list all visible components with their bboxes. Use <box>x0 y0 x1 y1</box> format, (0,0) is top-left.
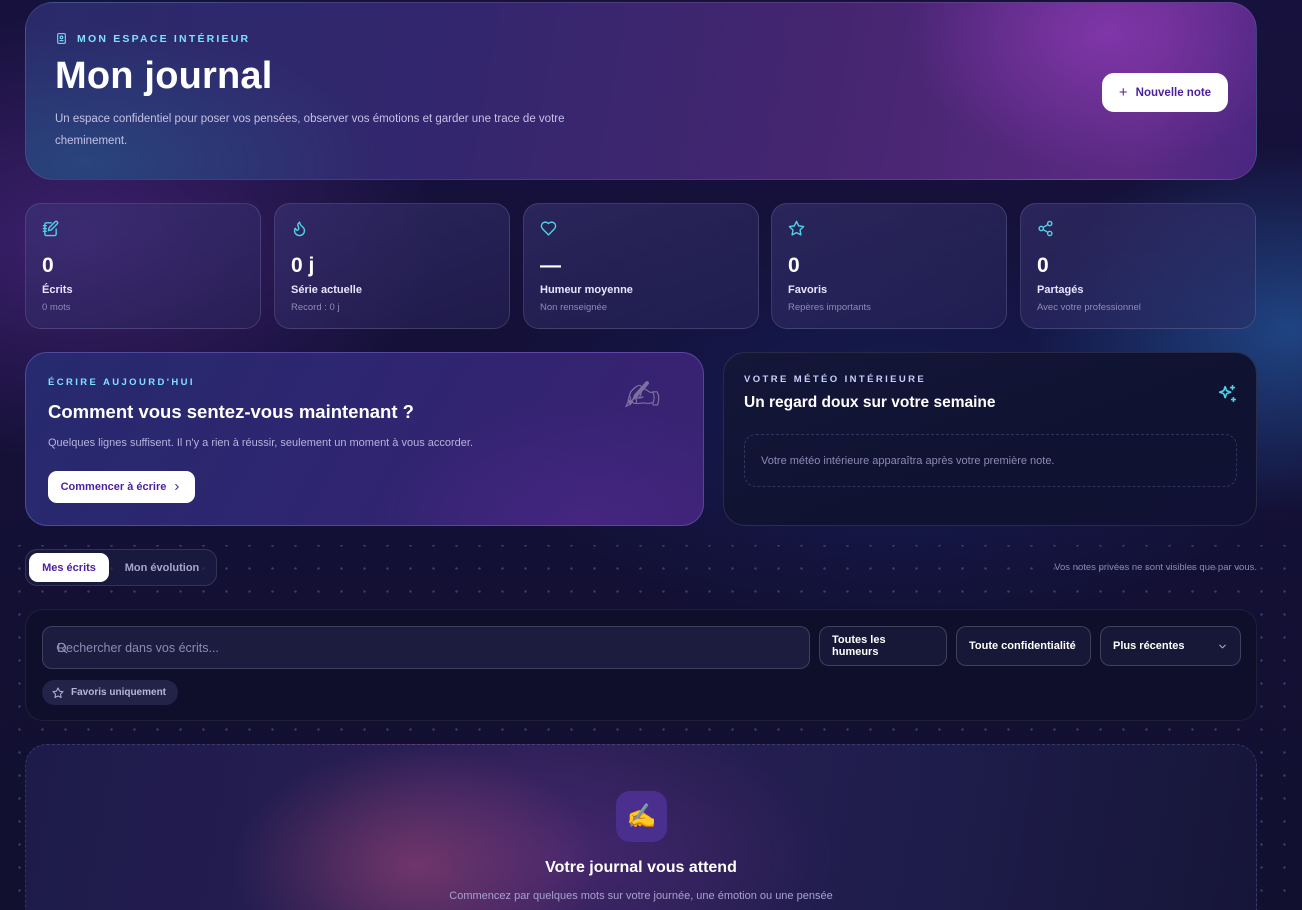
plus-icon: + <box>1118 84 1128 101</box>
inner-weather-empty: Votre météo intérieure apparaîtra après … <box>744 434 1237 487</box>
write-today-title: Comment vous sentez-vous maintenant ? <box>48 401 414 422</box>
privacy-note: Vos notes privées ne sont visibles que p… <box>1054 562 1257 573</box>
stat-label: Humeur moyenne <box>540 284 633 296</box>
notebook-icon <box>57 33 66 44</box>
inner-weather-card: VOTRE MÉTÉO INTÉRIEURE Un regard doux su… <box>723 352 1257 526</box>
star-icon <box>52 687 64 698</box>
empty-state-description: Commencez par quelques mots sur votre jo… <box>449 890 833 902</box>
write-today-description: Quelques lignes suffisent. Il n'y a rien… <box>48 437 474 449</box>
stat-value: 0 <box>788 254 800 277</box>
stat-card-mood: — Humeur moyenne Non renseignée <box>523 203 759 329</box>
stat-sub: 0 mots <box>42 302 71 313</box>
stat-value: 0 <box>1037 254 1049 277</box>
write-today-card: ÉCRIRE AUJOURD'HUI Comment vous sentez-v… <box>25 352 704 526</box>
heart-icon <box>540 221 557 236</box>
stat-sub: Avec votre professionnel <box>1037 302 1141 313</box>
stat-card-writings: 0 Écrits 0 mots <box>25 203 261 329</box>
tab-my-evolution[interactable]: Mon évolution <box>112 553 212 582</box>
stat-label: Favoris <box>788 284 828 296</box>
hero-eyebrow: MON ESPACE INTÉRIEUR <box>55 32 250 45</box>
journal-hero: MON ESPACE INTÉRIEUR Mon journal Un espa… <box>25 2 1257 180</box>
notebook-pen-icon <box>42 220 59 237</box>
star-icon <box>788 220 805 236</box>
sort-select-value: Plus récentes <box>1113 640 1185 652</box>
stat-label: Partagés <box>1037 284 1084 296</box>
tab-my-writings[interactable]: Mes écrits <box>29 553 109 582</box>
mood-filter-select[interactable]: Toutes les humeurs <box>819 626 947 666</box>
stat-value: 0 j <box>291 254 315 277</box>
sparkles-icon <box>1218 384 1237 403</box>
writing-hand-icon: ✍ <box>624 372 661 421</box>
journal-empty-state: ✍️ Votre journal vous attend Commencez p… <box>25 744 1257 910</box>
favorites-only-label: Favoris uniquement <box>71 687 167 698</box>
favorites-only-toggle[interactable]: Favoris uniquement <box>42 680 178 705</box>
stat-card-streak: 0 j Série actuelle Record : 0 j <box>274 203 510 329</box>
chevron-down-icon <box>1219 644 1226 648</box>
chevron-right-icon <box>175 483 180 491</box>
write-today-eyebrow: ÉCRIRE AUJOURD'HUI <box>48 377 195 388</box>
search-box <box>42 626 810 669</box>
page-title: Mon journal <box>55 55 273 97</box>
inner-weather-title: Un regard doux sur votre semaine <box>744 394 996 411</box>
writing-hand-icon: ✍️ <box>616 791 667 842</box>
hero-description: Un espace confidentiel pour poser vos pe… <box>55 113 565 147</box>
stat-sub: Repères importants <box>788 302 871 313</box>
stat-card-shared: 0 Partagés Avec votre professionnel <box>1020 203 1256 329</box>
search-input[interactable] <box>57 627 797 668</box>
privacy-filter-select[interactable]: Toute confidentialité <box>956 626 1091 666</box>
sort-select[interactable]: Plus récentes <box>1100 626 1241 666</box>
stat-sub: Record : 0 j <box>291 302 340 313</box>
journal-tabs: Mes écrits Mon évolution <box>25 549 217 586</box>
stat-value: 0 <box>42 254 54 277</box>
start-writing-button[interactable]: Commencer à écrire <box>48 471 195 503</box>
stat-card-favorites: 0 Favoris Repères importants <box>771 203 1007 329</box>
share-icon <box>1038 220 1053 237</box>
stat-sub: Non renseignée <box>540 302 608 313</box>
empty-state-title: Votre journal vous attend <box>545 859 737 876</box>
stat-label: Écrits <box>42 284 73 296</box>
new-note-label: Nouvelle note <box>1135 86 1212 99</box>
start-writing-label: Commencer à écrire <box>60 481 167 493</box>
stat-label: Série actuelle <box>291 284 362 296</box>
new-note-button[interactable]: + Nouvelle note <box>1102 73 1228 112</box>
stat-value: — <box>540 254 561 277</box>
filters-panel: Toutes les humeurs Toute confidentialité… <box>25 609 1257 721</box>
flame-icon <box>293 221 306 237</box>
inner-weather-eyebrow: VOTRE MÉTÉO INTÉRIEURE <box>744 374 927 385</box>
hero-eyebrow-text: MON ESPACE INTÉRIEUR <box>77 32 251 45</box>
